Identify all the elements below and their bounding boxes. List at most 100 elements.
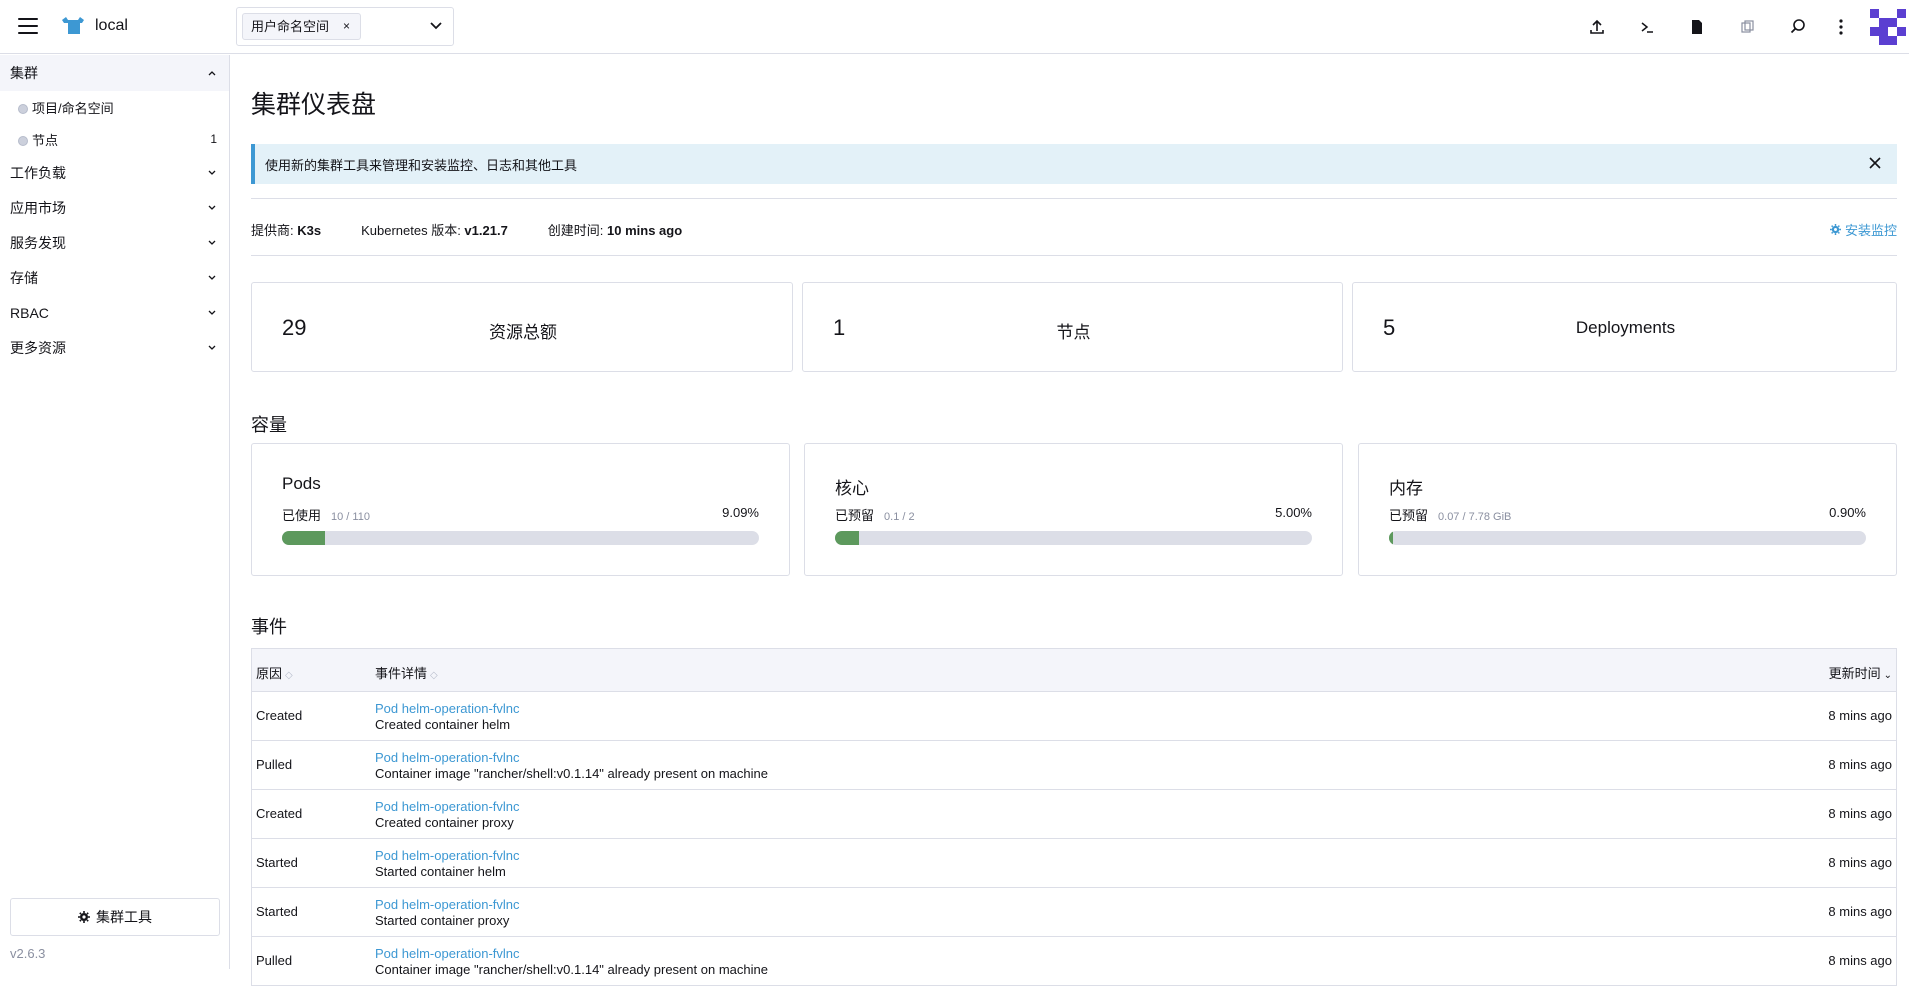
namespace-tag-label: 用户命名空间 (251, 19, 330, 34)
event-time: 8 mins ago (1828, 708, 1892, 723)
chevron-up-icon (208, 71, 216, 76)
table-row: Started Pod helm-operation-fvlnc Started c… (252, 888, 1896, 937)
banner-text: 使用新的集群工具来管理和安装监控、日志和其他工具 (265, 157, 578, 173)
nav-group-label: RBAC (10, 304, 49, 321)
cluster-tools-button[interactable]: 集群工具 (10, 898, 220, 936)
top-header: local 用户命名空间 × (0, 0, 1909, 54)
event-time: 8 mins ago (1828, 806, 1892, 821)
event-time: 8 mins ago (1828, 855, 1892, 870)
install-monitoring-link[interactable]: 安装监控 (1829, 220, 1897, 239)
nav-group-apps[interactable]: 应用市场 (0, 190, 229, 225)
created-info: 创建时间: 10 mins ago (547, 223, 683, 238)
event-object-link[interactable]: Pod helm-operation-fvlnc (375, 848, 520, 863)
main-content: 集群仪表盘 使用新的集群工具来管理和安装监控、日志和其他工具 提供商: K3s … (231, 55, 1909, 986)
search-icon[interactable] (1787, 16, 1809, 38)
count-label: 资源总额 (489, 323, 557, 342)
capacity-card-title: 内存 (1389, 479, 1423, 498)
kubectl-shell-icon[interactable] (1636, 16, 1658, 38)
nav-group-label: 工作负载 (10, 164, 66, 181)
copy-kubeconfig-icon[interactable] (1737, 16, 1759, 38)
nav-group-workloads[interactable]: 工作负载 (0, 155, 229, 190)
import-yaml-icon[interactable] (1586, 16, 1608, 38)
namespace-filter[interactable]: 用户命名空间 × (236, 7, 454, 46)
version-label[interactable]: v2.6.3 (10, 946, 45, 961)
table-row: Created Pod helm-operation-fvlnc Created c… (252, 692, 1896, 741)
user-avatar[interactable] (1870, 9, 1906, 45)
sidebar: 集群 项目/命名空间 节点 1 工作负载 应用市场 服务发现 存储 RBAC 更… (0, 55, 230, 969)
resource-dot-icon (18, 103, 28, 114)
chevron-down-icon[interactable] (429, 19, 443, 33)
event-object-link[interactable]: Pod helm-operation-fvlnc (375, 701, 520, 716)
nav-group-label: 集群 (10, 65, 38, 81)
count-card-resources[interactable]: 29 资源总额 (251, 282, 793, 372)
event-object-link[interactable]: Pod helm-operation-fvlnc (375, 750, 520, 765)
sort-desc-icon: ⌄ (1883, 670, 1892, 681)
sort-icon: ◇ (285, 670, 293, 681)
event-reason: Created (256, 806, 303, 821)
capacity-percent: 5.00% (1275, 505, 1312, 520)
event-time: 8 mins ago (1828, 904, 1892, 919)
menu-icon[interactable] (18, 18, 38, 34)
cluster-tools-label: 集群工具 (96, 909, 152, 925)
sort-icon: ◇ (430, 670, 438, 681)
nav-group-cluster[interactable]: 集群 (0, 55, 229, 91)
more-options-icon[interactable] (1830, 16, 1852, 38)
chevron-down-icon (208, 345, 216, 350)
event-object-link[interactable]: Pod helm-operation-fvlnc (375, 799, 520, 814)
sidebar-item-nodes[interactable]: 节点 1 (0, 123, 229, 155)
capacity-bar-fill (1389, 531, 1394, 545)
event-message: Created container helm (375, 717, 511, 732)
chevron-down-icon (208, 205, 216, 210)
sidebar-item-projects-namespaces[interactable]: 项目/命名空间 (0, 91, 229, 123)
nav-group-label: 服务发现 (10, 234, 66, 251)
install-monitoring-label: 安装监控 (1844, 223, 1897, 238)
nav-group-storage[interactable]: 存储 (0, 260, 229, 295)
count-card-nodes[interactable]: 1 节点 (802, 282, 1343, 372)
event-message: Started container helm (375, 864, 506, 879)
namespace-tag: 用户命名空间 × (242, 13, 362, 40)
nav-group-service-discovery[interactable]: 服务发现 (0, 225, 229, 260)
events-table: 原因 ◇ 事件详情 ◇ 更新时间 ⌄ Created Pod helm-operatio… (251, 648, 1897, 986)
divider (251, 198, 1897, 199)
event-reason: Started (256, 855, 298, 870)
table-row: Pulled Pod helm-operation-fvlnc Container … (252, 741, 1896, 790)
cluster-logo-icon (62, 17, 84, 34)
capacity-card-cores: 核心 已预留 0.1 / 2 5.00% (804, 443, 1343, 576)
gear-icon (1829, 224, 1841, 235)
k8s-version-info: Kubernetes 版本: v1.21.7 (361, 223, 508, 238)
resource-dot-icon (18, 135, 28, 146)
close-icon[interactable] (1867, 155, 1883, 171)
column-header-time[interactable]: 更新时间 ⌄ (1829, 663, 1892, 682)
sidebar-item-label: 项目/命名空间 (32, 100, 114, 116)
column-header-reason[interactable]: 原因 ◇ (256, 663, 293, 682)
capacity-bar-fill (282, 531, 326, 545)
table-row: Created Pod helm-operation-fvlnc Created c… (252, 790, 1896, 839)
count-label: Deployments (1575, 318, 1676, 337)
capacity-bar (282, 531, 759, 545)
event-object-link[interactable]: Pod helm-operation-fvlnc (375, 946, 520, 961)
capacity-percent: 9.09% (722, 505, 759, 520)
sidebar-item-count: 1 (210, 132, 217, 146)
event-message: Container image "rancher/shell:v0.1.14" … (375, 962, 768, 977)
capacity-title: 容量 (251, 415, 287, 435)
event-reason: Pulled (256, 953, 293, 968)
nav-group-label: 更多资源 (10, 339, 66, 356)
sidebar-item-label: 节点 (32, 132, 59, 148)
capacity-bar (1389, 531, 1866, 545)
chevron-down-icon (208, 275, 216, 280)
chevron-down-icon (208, 240, 216, 245)
cluster-name: local (95, 17, 128, 34)
nav-group-more-resources[interactable]: 更多资源 (0, 330, 229, 365)
download-kubeconfig-icon[interactable] (1686, 16, 1708, 38)
capacity-percent: 0.90% (1829, 505, 1866, 520)
count-card-deployments[interactable]: 5 Deployments (1352, 282, 1897, 372)
nav-group-rbac[interactable]: RBAC (0, 295, 229, 330)
event-time: 8 mins ago (1828, 757, 1892, 772)
event-message: Created container proxy (375, 815, 514, 830)
cluster-meta: 提供商: K3s Kubernetes 版本: v1.21.7 创建时间: 10… (251, 220, 682, 239)
chevron-down-icon (208, 170, 216, 175)
gear-icon (78, 911, 90, 923)
column-header-detail[interactable]: 事件详情 ◇ (375, 663, 438, 682)
remove-tag-icon[interactable]: × (343, 14, 350, 39)
event-object-link[interactable]: Pod helm-operation-fvlnc (375, 897, 520, 912)
